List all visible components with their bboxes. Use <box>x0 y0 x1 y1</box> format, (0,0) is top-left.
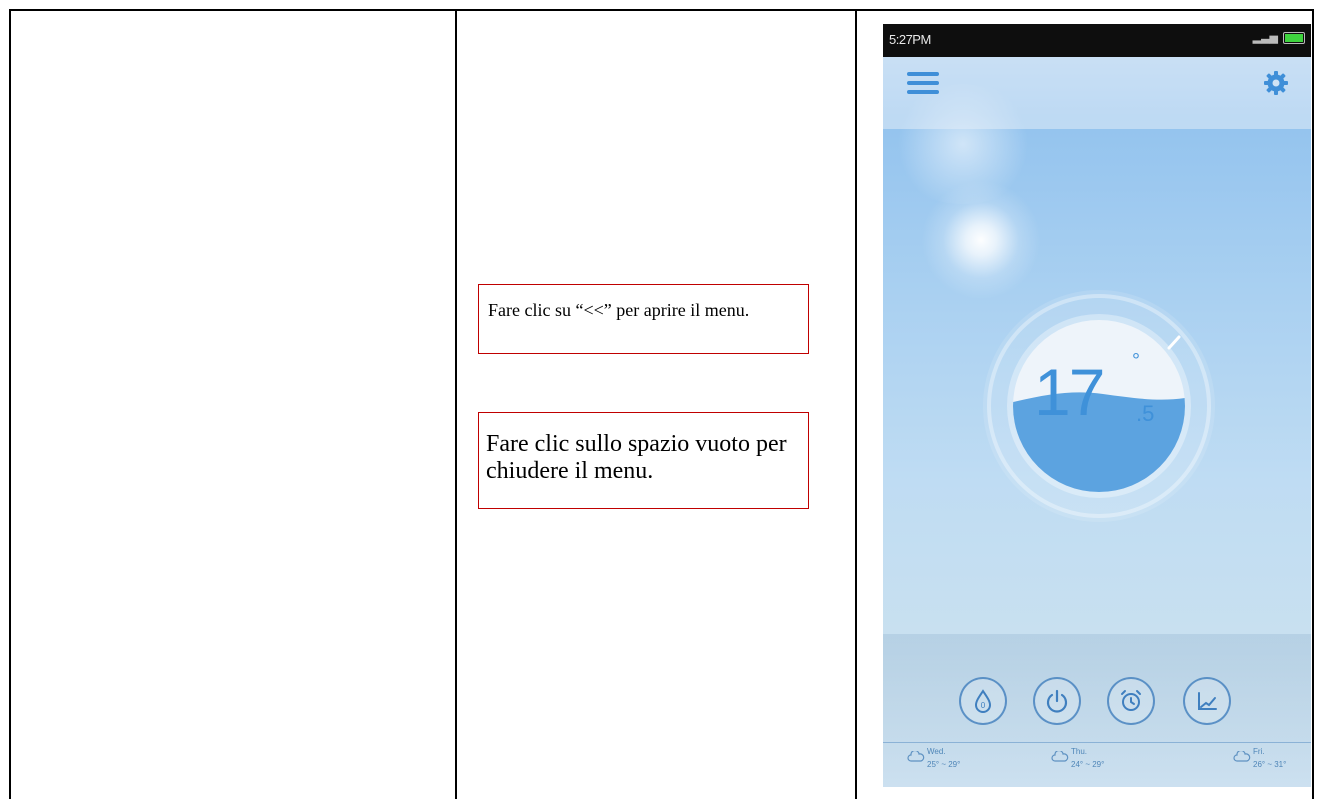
forecast-day: Wed. <box>927 747 946 756</box>
forecast-range: 24° ~ 29° <box>1071 760 1105 769</box>
status-time: 5:27PM <box>889 32 931 47</box>
forecast-day: Thu. <box>1071 747 1088 756</box>
temperature-degree: ° <box>1132 350 1140 372</box>
humidity-button[interactable]: 0 <box>959 677 1007 725</box>
forecast-range: 25° ~ 29° <box>927 760 961 769</box>
power-button[interactable] <box>1033 677 1081 725</box>
chart-button[interactable] <box>1183 677 1231 725</box>
close-menu-note: Fare clic sullo spazio vuoto per chiuder… <box>478 412 809 509</box>
alarm-clock-icon <box>1121 690 1141 711</box>
temperature-value: 17 <box>1034 355 1105 429</box>
sun-glare <box>921 180 1041 300</box>
battery-icon <box>1283 31 1305 44</box>
forecast-day: Fri. <box>1253 747 1265 756</box>
humidity-drop-icon: 0 <box>974 689 992 713</box>
cloud-icon <box>907 751 925 762</box>
signal-icon: ▂▃▅ <box>1252 32 1278 44</box>
chart-icon <box>1198 692 1217 710</box>
menu-icon[interactable] <box>907 72 939 94</box>
app-bar <box>883 57 1311 129</box>
column-divider <box>855 11 857 799</box>
temperature-decimal: .5 <box>1136 401 1155 426</box>
status-icons: ▂▃▅ <box>1253 31 1305 44</box>
svg-text:0: 0 <box>981 701 986 710</box>
forecast-range: 26° ~ 31° <box>1253 760 1287 769</box>
power-icon <box>1046 689 1068 713</box>
gear-icon[interactable] <box>1263 70 1289 96</box>
cloud-icon <box>1233 751 1251 762</box>
status-bar: 5:27PM ▂▃▅ <box>883 24 1311 57</box>
alarm-button[interactable] <box>1107 677 1155 725</box>
cloud-icon <box>1051 751 1069 762</box>
phone-screenshot: 5:27PM ▂▃▅ 17 ° .5 0 Wed. 25° ~ 29° Thu.… <box>883 24 1311 787</box>
column-divider <box>455 11 457 799</box>
open-menu-note: Fare clic su “<<” per aprire il menu. <box>478 284 809 354</box>
forecast-divider <box>883 742 1311 743</box>
